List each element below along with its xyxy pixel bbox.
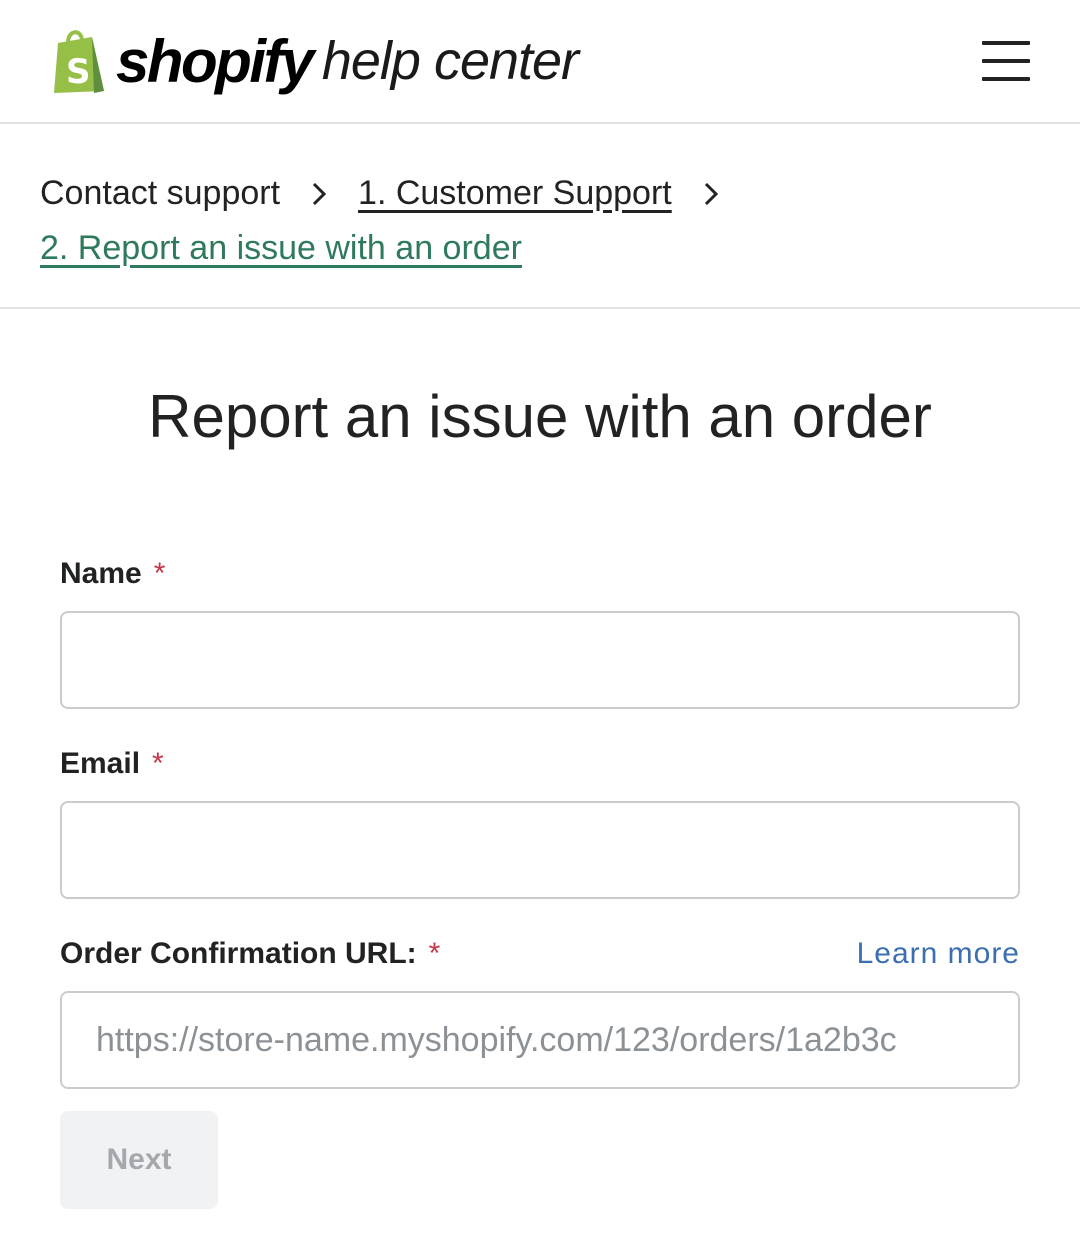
name-label: Name * — [60, 557, 1020, 591]
shopify-bag-icon: S — [54, 30, 104, 93]
required-marker: * — [153, 557, 166, 590]
learn-more-link[interactable]: Learn more — [857, 937, 1020, 971]
required-marker: * — [152, 747, 164, 780]
required-marker: * — [428, 937, 441, 970]
breadcrumb: Contact support 1. Customer Support 2. R… — [0, 124, 1080, 309]
next-button[interactable]: Next — [60, 1111, 218, 1209]
chevron-right-icon — [704, 182, 718, 205]
email-label-text: Email — [60, 747, 141, 780]
breadcrumb-item-contact-support[interactable]: Contact support — [40, 166, 280, 221]
breadcrumb-item-customer-support[interactable]: 1. Customer Support — [358, 166, 672, 221]
brand-suffix: help center — [321, 31, 579, 91]
shopify-help-center-logo[interactable]: S shopify help center — [48, 27, 579, 96]
hamburger-menu-icon[interactable] — [982, 41, 1030, 81]
chevron-right-icon — [312, 182, 327, 205]
brand-name: shopify — [116, 27, 314, 95]
site-header: S shopify help center — [0, 0, 1080, 124]
name-input[interactable] — [60, 611, 1020, 709]
name-label-text: Name — [60, 557, 142, 590]
order-url-label: Order Confirmation URL: * Learn more — [60, 937, 1020, 971]
page-title: Report an issue with an order — [148, 383, 932, 450]
form-container: Report an issue with an order Name * Emai… — [0, 381, 1080, 1209]
email-input[interactable] — [60, 801, 1020, 899]
order-url-input[interactable]: https://store-name.myshopify.com/123/ord… — [60, 991, 1020, 1089]
svg-text:S: S — [66, 52, 91, 92]
email-label: Email * — [60, 747, 1020, 781]
breadcrumb-item-report-issue[interactable]: 2. Report an issue with an order — [40, 221, 522, 276]
order-url-label-text: Order Confirmation URL: — [60, 937, 417, 970]
